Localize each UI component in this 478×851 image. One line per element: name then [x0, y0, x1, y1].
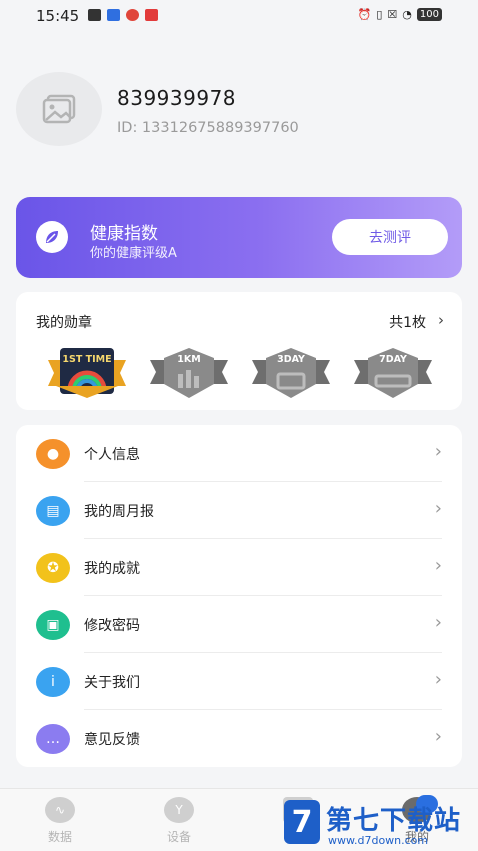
tab-device[interactable]: Y 设备 — [139, 797, 219, 845]
watermark-logo: 7 — [284, 800, 320, 844]
medal-label: 1ST TIME — [62, 354, 112, 365]
chevron-right-icon[interactable]: › — [438, 311, 444, 329]
vibrate-icon: ▯ — [376, 8, 383, 21]
health-rating: 你的健康评级A — [90, 246, 177, 261]
status-time: 15:45 — [36, 7, 80, 25]
3day-medal-icon[interactable]: 3DAY — [250, 346, 332, 398]
user-id: ID: 1331267588939776​0 — [117, 120, 299, 136]
achievement-icon: ✪ — [36, 553, 70, 583]
wifi-icon: ◔ — [402, 8, 412, 21]
system-status: ⏰ ▯ ☒ ◔ 100 — [358, 8, 442, 21]
status-bar: 15:45 ⏰ ▯ ☒ ◔ 100 — [0, 0, 478, 32]
menu-item-feedback[interactable]: … 意见反馈 › — [16, 710, 462, 767]
menu-label: 意见反馈 — [84, 732, 140, 748]
first-time-medal-icon[interactable]: 1ST TIME — [46, 346, 128, 398]
menu-item-achievement[interactable]: ✪ 我的成就 › — [16, 539, 462, 596]
menu-label: 我的成就 — [84, 561, 140, 577]
report-icon: ▤ — [36, 496, 70, 526]
chevron-right-icon: › — [434, 498, 442, 519]
menu-item-change-password[interactable]: ▣ 修改密码 › — [16, 596, 462, 653]
watermark-title: 第七下载站 — [326, 806, 462, 836]
battery-icon: 100 — [416, 8, 442, 21]
medal-label: 3DAY — [277, 354, 305, 365]
menu-item-report[interactable]: ▤ 我的周月报 › — [16, 482, 462, 539]
health-title: 健康指数 — [90, 224, 158, 244]
1km-medal-icon[interactable]: 1KM — [148, 346, 230, 398]
menu-label: 个人信息 — [84, 447, 140, 463]
camera-notification-icon — [145, 9, 158, 21]
menu-item-personal-info[interactable]: ● 个人信息 › — [16, 425, 462, 482]
7day-medal-icon[interactable]: 7DAY — [352, 346, 434, 398]
user-icon: ● — [36, 439, 70, 469]
site-watermark: 7 第七下载站 www.d7down.com — [284, 798, 478, 850]
health-index-card[interactable]: 健康指数 你的健康评级A 去测评 — [16, 197, 462, 278]
sim-icon: ☒ — [387, 8, 398, 21]
medals-count: 共1枚 — [389, 315, 426, 331]
menu-card: ● 个人信息 › ▤ 我的周月报 › ✪ 我的成就 › ▣ 修改密码 › i 关… — [16, 425, 462, 767]
tab-data[interactable]: ∿ 数据 — [20, 797, 100, 845]
tab-label: 设备 — [166, 830, 191, 844]
menu-label: 修改密码 — [84, 618, 140, 634]
leaf-icon — [36, 221, 68, 253]
app-notification-icon — [107, 9, 120, 21]
notification-icons — [88, 9, 158, 21]
chevron-right-icon: › — [434, 441, 442, 462]
username: 839939978 — [117, 86, 237, 110]
device-icon: Y — [164, 797, 194, 823]
chevron-right-icon: › — [434, 555, 442, 576]
menu-label: 关于我们 — [84, 675, 140, 691]
menu-label: 我的周月报 — [84, 504, 154, 520]
feedback-icon: … — [36, 724, 70, 754]
watermark-url: www.d7down.com — [328, 834, 429, 847]
menu-item-about-us[interactable]: i 关于我们 › — [16, 653, 462, 710]
profile-header: 839939978 ID: 1331267588939776​0 — [16, 72, 466, 152]
evaluate-button[interactable]: 去测评 — [332, 219, 448, 255]
location-notification-icon — [126, 9, 139, 21]
tab-label: 数据 — [47, 830, 72, 844]
info-icon: i — [36, 667, 70, 697]
chevron-right-icon: › — [434, 669, 442, 690]
chevron-right-icon: › — [434, 612, 442, 633]
medals-card[interactable]: 我的勋章 共1枚 › 1ST TIME 1KM 3DAY 7DAY — [16, 292, 462, 410]
data-icon: ∿ — [45, 797, 75, 823]
chevron-right-icon: › — [434, 726, 442, 747]
medals-title: 我的勋章 — [36, 315, 92, 331]
medal-label: 1KM — [177, 354, 201, 365]
lock-icon: ▣ — [36, 610, 70, 640]
avatar[interactable] — [16, 72, 102, 146]
alarm-icon: ⏰ — [357, 8, 372, 21]
notification-icon — [88, 9, 101, 21]
medal-label: 7DAY — [379, 354, 407, 365]
image-placeholder-icon — [42, 94, 76, 124]
